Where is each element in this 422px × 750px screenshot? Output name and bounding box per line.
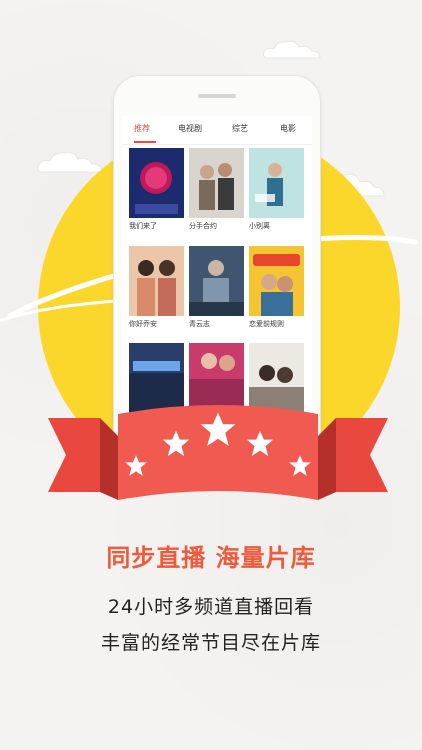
- show-poster: [189, 246, 244, 316]
- show-title: 我们来了: [129, 222, 157, 230]
- show-tile[interactable]: 恋爱前规则: [249, 246, 304, 329]
- show-poster: [129, 246, 184, 316]
- show-tile[interactable]: 小别离: [249, 148, 304, 231]
- show-poster: [129, 148, 184, 218]
- show-title: 你好乔安: [129, 320, 157, 328]
- show-poster: [249, 148, 304, 218]
- show-poster: [249, 246, 304, 316]
- show-poster: [189, 148, 244, 218]
- subline-library: 丰富的经常节目尽在片库: [100, 632, 321, 654]
- tab-movies[interactable]: 电影: [280, 123, 296, 134]
- show-tile[interactable]: 你好乔安: [129, 246, 184, 329]
- show-tile[interactable]: 分手合约: [189, 148, 244, 231]
- show-tile[interactable]: 我们来了: [129, 148, 184, 231]
- tab-bar: 推荐 电视剧 综艺 电影: [122, 116, 312, 145]
- cloud-icon: [263, 40, 321, 59]
- show-tile[interactable]: 青云志: [189, 246, 244, 329]
- rating-ribbon: [48, 405, 388, 500]
- tab-recommended[interactable]: 推荐: [134, 123, 150, 134]
- cloud-icon: [37, 151, 103, 173]
- subline-live: 24小时多频道直播回看: [107, 596, 315, 618]
- phone-speaker: [198, 94, 236, 98]
- headline: 同步直播 海量片库: [106, 544, 316, 572]
- show-title: 青云志: [189, 320, 210, 328]
- tab-variety[interactable]: 综艺: [232, 123, 248, 134]
- tab-tv-series[interactable]: 电视剧: [178, 123, 202, 134]
- tab-active-indicator: [134, 141, 156, 143]
- show-title: 小别离: [249, 222, 270, 230]
- show-title: 恋爱前规则: [249, 320, 284, 328]
- show-title: 分手合约: [189, 222, 217, 230]
